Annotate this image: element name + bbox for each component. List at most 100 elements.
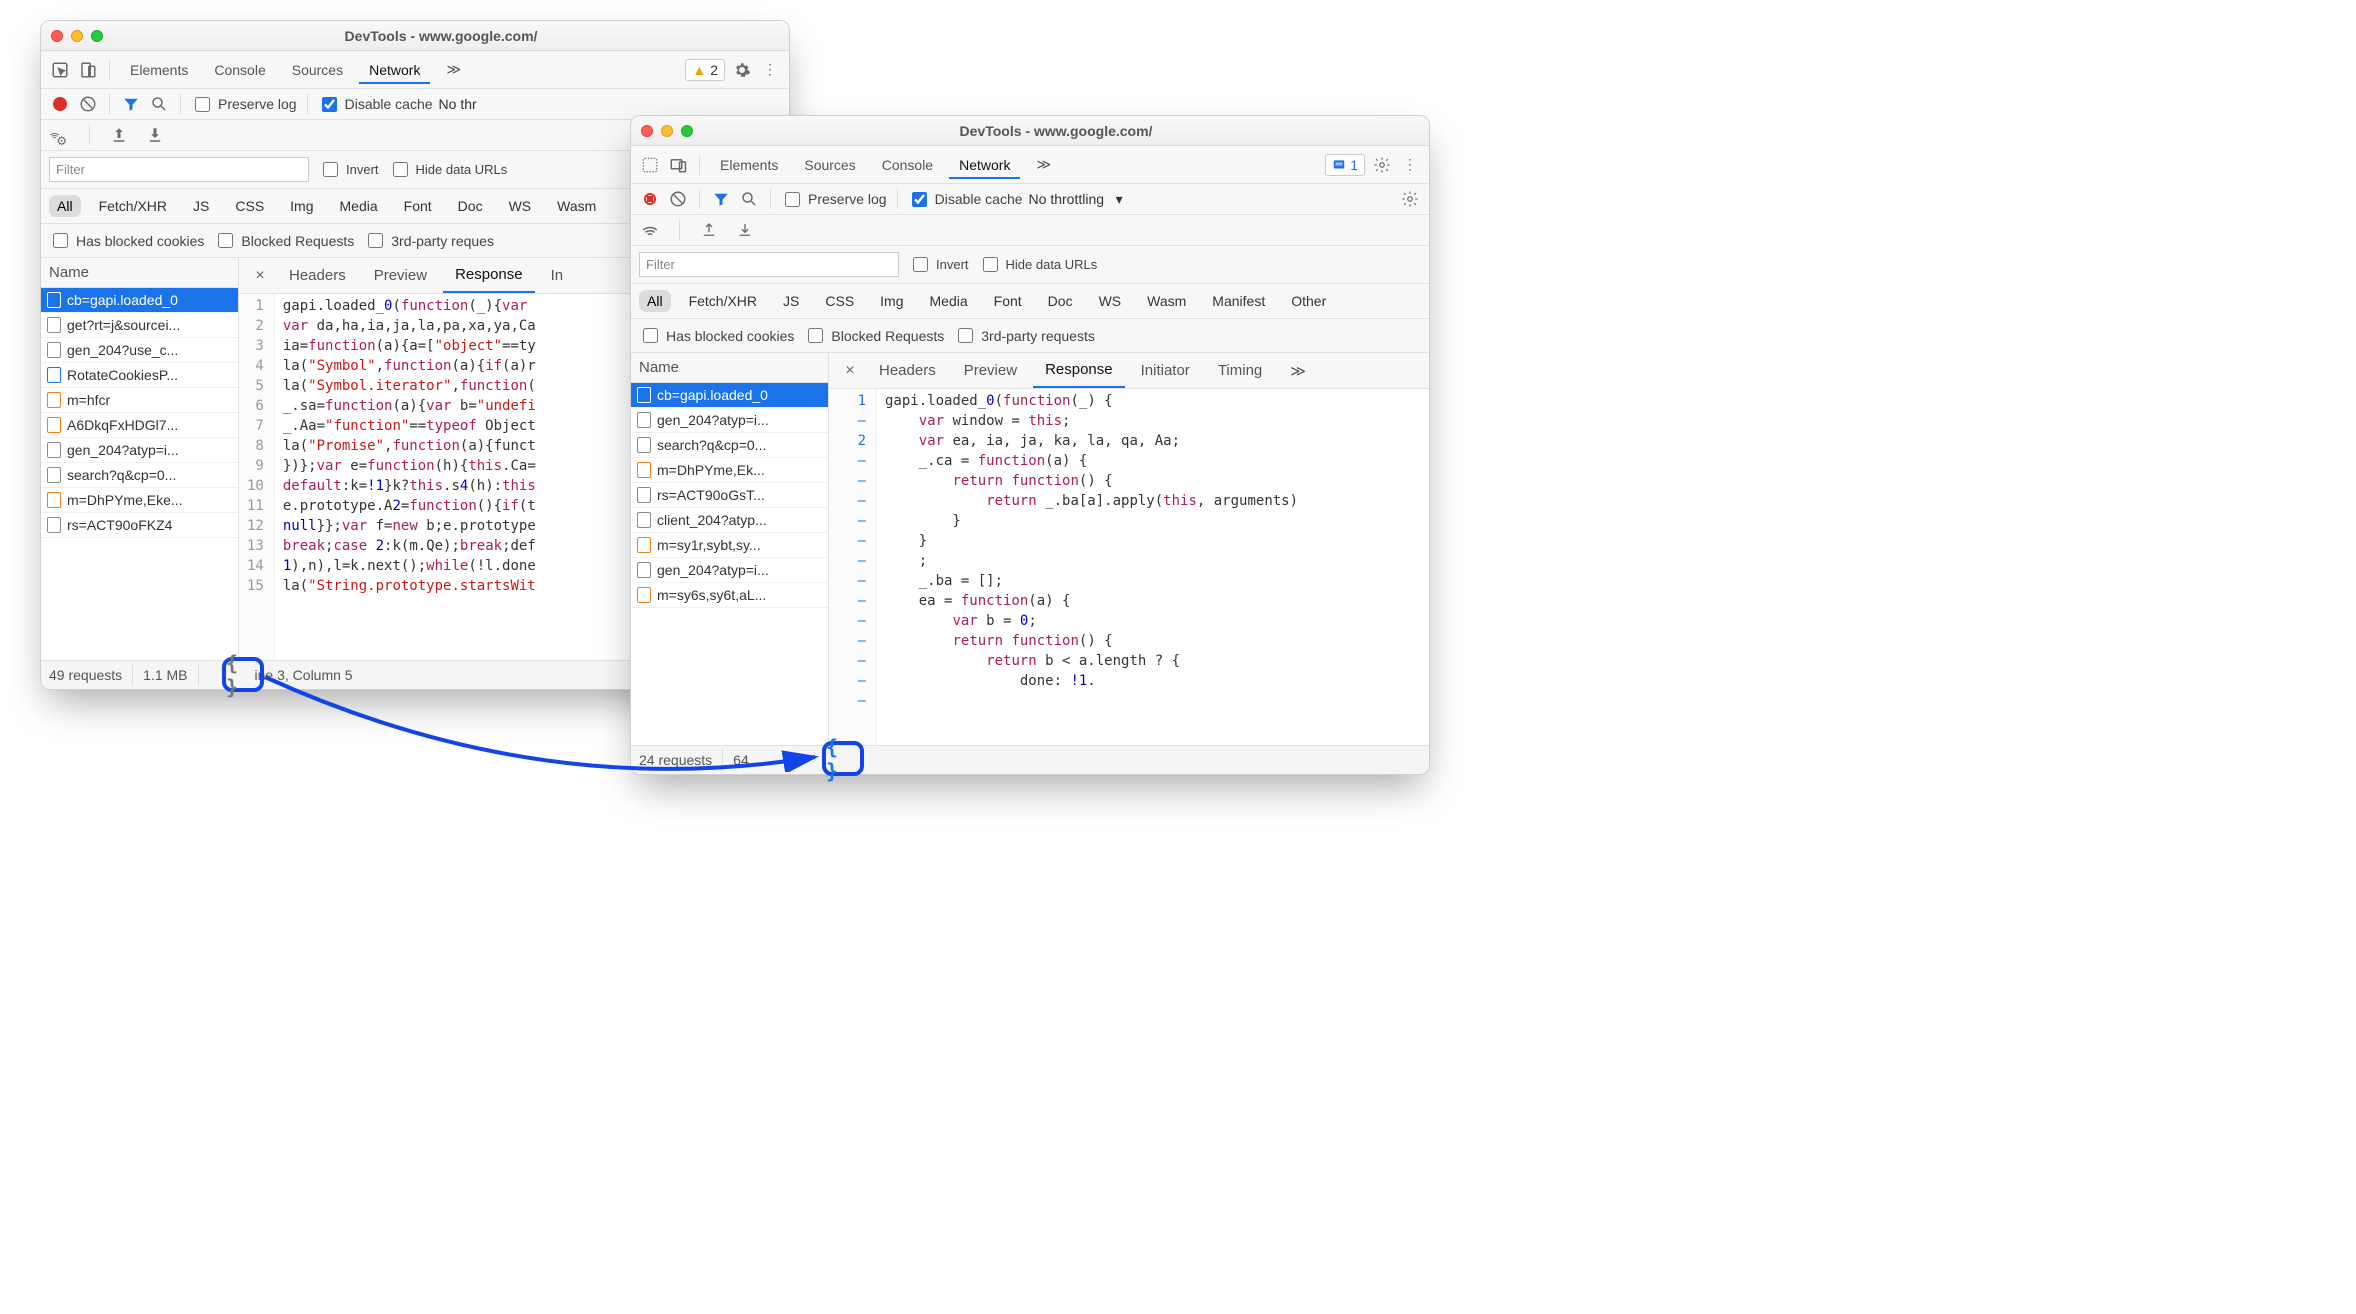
record-button[interactable] <box>639 188 661 210</box>
chip-other[interactable]: Other <box>1283 290 1334 312</box>
maximize-icon[interactable] <box>681 125 693 137</box>
request-row[interactable]: gen_204?atyp=i... <box>41 438 238 463</box>
invert-checkbox[interactable]: Invert <box>319 159 379 180</box>
blocked-requests-checkbox[interactable]: Blocked Requests <box>804 325 944 346</box>
blocked-requests-checkbox[interactable]: Blocked Requests <box>214 230 354 251</box>
tabs-overflow[interactable]: ≫ <box>1026 150 1061 179</box>
request-row[interactable]: A6DkqFxHDGl7... <box>41 413 238 438</box>
search-icon[interactable] <box>738 188 760 210</box>
tab-initiator[interactable]: In <box>539 259 576 292</box>
request-row[interactable]: m=sy1r,sybt,sy... <box>631 533 828 558</box>
maximize-icon[interactable] <box>91 30 103 42</box>
close-icon[interactable]: × <box>247 267 273 285</box>
chip-ws[interactable]: WS <box>501 195 540 217</box>
third-party-checkbox[interactable]: 3rd-party reques <box>364 230 494 251</box>
clear-icon[interactable] <box>77 93 99 115</box>
invert-checkbox[interactable]: Invert <box>909 254 969 275</box>
has-blocked-cookies-checkbox[interactable]: Has blocked cookies <box>49 230 204 251</box>
filter-icon[interactable] <box>710 188 732 210</box>
more-icon[interactable]: ⋮ <box>759 59 781 81</box>
download-har-icon[interactable] <box>734 219 756 241</box>
close-icon[interactable]: × <box>837 362 863 380</box>
chip-all[interactable]: All <box>639 290 671 312</box>
request-row[interactable]: m=DhPYme,Ek... <box>631 458 828 483</box>
third-party-checkbox[interactable]: 3rd-party requests <box>954 325 1095 346</box>
response-source[interactable]: 1 – 2 – – – – – – – – – – – – – gapi.loa… <box>829 389 1429 745</box>
filter-input[interactable]: Filter <box>49 157 309 182</box>
chip-js[interactable]: JS <box>185 195 217 217</box>
close-icon[interactable] <box>51 30 63 42</box>
tab-elements[interactable]: Elements <box>120 56 198 84</box>
request-row[interactable]: m=DhPYme,Eke... <box>41 488 238 513</box>
request-row[interactable]: client_204?atyp... <box>631 508 828 533</box>
tabs-overflow[interactable]: ≫ <box>436 55 471 84</box>
inspect-icon[interactable] <box>639 154 661 176</box>
download-har-icon[interactable] <box>144 124 166 146</box>
disable-cache-checkbox[interactable]: Disable cache <box>318 94 433 115</box>
inspect-icon[interactable] <box>49 59 71 81</box>
request-row[interactable]: cb=gapi.loaded_0 <box>41 288 238 313</box>
request-row[interactable]: rs=ACT90oGsT... <box>631 483 828 508</box>
disable-cache-checkbox[interactable]: Disable cache <box>908 189 1023 210</box>
request-row[interactable]: rs=ACT90oFKZ4 <box>41 513 238 538</box>
network-settings-icon[interactable] <box>1399 188 1421 210</box>
issues-chip[interactable]: ▲2 <box>685 59 725 81</box>
tabs-overflow[interactable]: ≫ <box>1278 354 1318 388</box>
request-row[interactable]: gen_204?use_c... <box>41 338 238 363</box>
throttling-select[interactable]: No throttling ▾ <box>1029 191 1123 208</box>
request-row[interactable]: get?rt=j&sourcei... <box>41 313 238 338</box>
chip-css[interactable]: CSS <box>817 290 862 312</box>
tab-network[interactable]: Network <box>949 151 1020 179</box>
chip-wasm[interactable]: Wasm <box>549 195 604 217</box>
request-row[interactable]: gen_204?atyp=i... <box>631 558 828 583</box>
chip-img[interactable]: Img <box>872 290 911 312</box>
chip-ws[interactable]: WS <box>1091 290 1130 312</box>
tab-preview[interactable]: Preview <box>952 354 1029 387</box>
minimize-icon[interactable] <box>661 125 673 137</box>
chip-manifest[interactable]: Manifest <box>1204 290 1273 312</box>
chip-js[interactable]: JS <box>775 290 807 312</box>
request-row[interactable]: search?q&cp=0... <box>41 463 238 488</box>
settings-icon[interactable] <box>1371 154 1393 176</box>
chip-font[interactable]: Font <box>986 290 1030 312</box>
network-conditions-icon[interactable]: ⚙ <box>49 124 71 146</box>
upload-har-icon[interactable] <box>698 219 720 241</box>
device-icon[interactable] <box>667 154 689 176</box>
chip-font[interactable]: Font <box>396 195 440 217</box>
tab-response[interactable]: Response <box>1033 353 1125 388</box>
filter-input[interactable]: Filter <box>639 252 899 277</box>
preserve-log-checkbox[interactable]: Preserve log <box>781 189 887 210</box>
request-row[interactable]: search?q&cp=0... <box>631 433 828 458</box>
issues-chip[interactable]: 1 <box>1325 154 1365 176</box>
record-button[interactable] <box>49 93 71 115</box>
chip-fetch[interactable]: Fetch/XHR <box>91 195 175 217</box>
chip-fetch[interactable]: Fetch/XHR <box>681 290 765 312</box>
chip-doc[interactable]: Doc <box>1040 290 1081 312</box>
request-row[interactable]: RotateCookiesP... <box>41 363 238 388</box>
chip-media[interactable]: Media <box>332 195 386 217</box>
throttling-select[interactable]: No thr <box>439 96 477 112</box>
request-row[interactable]: gen_204?atyp=i... <box>631 408 828 433</box>
chip-media[interactable]: Media <box>922 290 976 312</box>
more-icon[interactable]: ⋮ <box>1399 154 1421 176</box>
settings-icon[interactable] <box>731 59 753 81</box>
tab-network[interactable]: Network <box>359 56 430 84</box>
filter-icon[interactable] <box>120 93 142 115</box>
request-row[interactable]: m=hfcr <box>41 388 238 413</box>
preserve-log-checkbox[interactable]: Preserve log <box>191 94 297 115</box>
chip-img[interactable]: Img <box>282 195 321 217</box>
tab-headers[interactable]: Headers <box>277 259 358 292</box>
device-icon[interactable] <box>77 59 99 81</box>
tab-elements[interactable]: Elements <box>710 151 788 179</box>
column-header-name[interactable]: Name <box>631 353 828 383</box>
clear-icon[interactable] <box>667 188 689 210</box>
chip-doc[interactable]: Doc <box>450 195 491 217</box>
tab-preview[interactable]: Preview <box>362 259 439 292</box>
tab-console[interactable]: Console <box>204 56 275 84</box>
chip-wasm[interactable]: Wasm <box>1139 290 1194 312</box>
chip-css[interactable]: CSS <box>227 195 272 217</box>
close-icon[interactable] <box>641 125 653 137</box>
tab-sources[interactable]: Sources <box>282 56 353 84</box>
upload-har-icon[interactable] <box>108 124 130 146</box>
hide-data-urls-checkbox[interactable]: Hide data URLs <box>979 254 1098 275</box>
